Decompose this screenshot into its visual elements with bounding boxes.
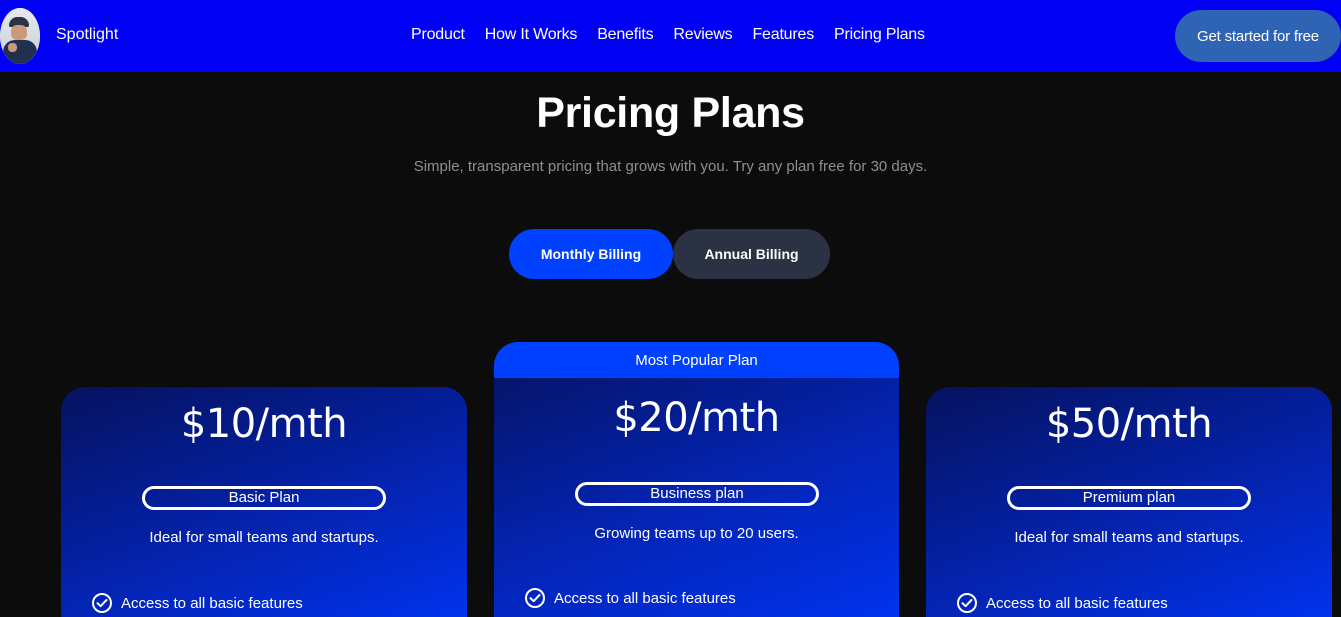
feature-item: Access to all basic features [524, 587, 736, 609]
page-subtitle: Simple, transparent pricing that grows w… [413, 158, 928, 175]
feature-item: Access to all basic features [91, 592, 303, 614]
plan-card-premium: $50/mth Premium plan Ideal for small tea… [926, 387, 1332, 617]
plan-card-basic: $10/mth Basic Plan Ideal for small teams… [61, 387, 467, 617]
most-popular-badge: Most Popular Plan [494, 342, 899, 378]
plan-description: Ideal for small teams and startups. [149, 529, 379, 546]
avatar[interactable] [0, 8, 40, 64]
nav-link-reviews[interactable]: Reviews [673, 26, 732, 44]
feature-label: Access to all basic features [121, 594, 303, 612]
avatar-hand [8, 43, 17, 52]
plan-price: $10/mth [180, 401, 348, 447]
plan-price: $50/mth [1045, 401, 1213, 447]
feature-label: Access to all basic features [554, 589, 736, 607]
check-circle-icon [525, 588, 545, 608]
nav-link-product[interactable]: Product [411, 26, 465, 44]
top-navbar: Spotlight Product How It Works Benefits … [0, 0, 1341, 72]
plan-name-badge: Business plan [575, 482, 819, 506]
main-nav: Product How It Works Benefits Reviews Fe… [411, 26, 945, 44]
nav-link-benefits[interactable]: Benefits [597, 26, 653, 44]
plan-price: $20/mth [613, 395, 780, 441]
check-circle-icon [957, 593, 977, 613]
nav-link-features[interactable]: Features [752, 26, 814, 44]
get-started-button[interactable]: Get started for free [1175, 10, 1341, 62]
avatar-face [11, 25, 27, 40]
brand-name[interactable]: Spotlight [56, 26, 118, 44]
plan-description: Ideal for small teams and startups. [1014, 529, 1244, 546]
billing-toggle: Annual Billing Monthly Billing [509, 229, 830, 279]
plan-card-business: Most Popular Plan $20/mth Business plan … [494, 342, 899, 617]
plan-description: Growing teams up to 20 users. [594, 525, 799, 542]
plan-name-badge: Basic Plan [142, 486, 386, 510]
feature-item: Access to all basic features [956, 592, 1168, 614]
nav-link-pricing-plans[interactable]: Pricing Plans [834, 26, 925, 44]
monthly-billing-button[interactable]: Monthly Billing [509, 229, 673, 279]
annual-billing-button[interactable]: Annual Billing [673, 229, 830, 279]
plan-name-badge: Premium plan [1007, 486, 1251, 510]
nav-link-how-it-works[interactable]: How It Works [485, 26, 578, 44]
feature-label: Access to all basic features [986, 594, 1168, 612]
page-title: Pricing Plans [536, 89, 805, 137]
check-circle-icon [92, 593, 112, 613]
